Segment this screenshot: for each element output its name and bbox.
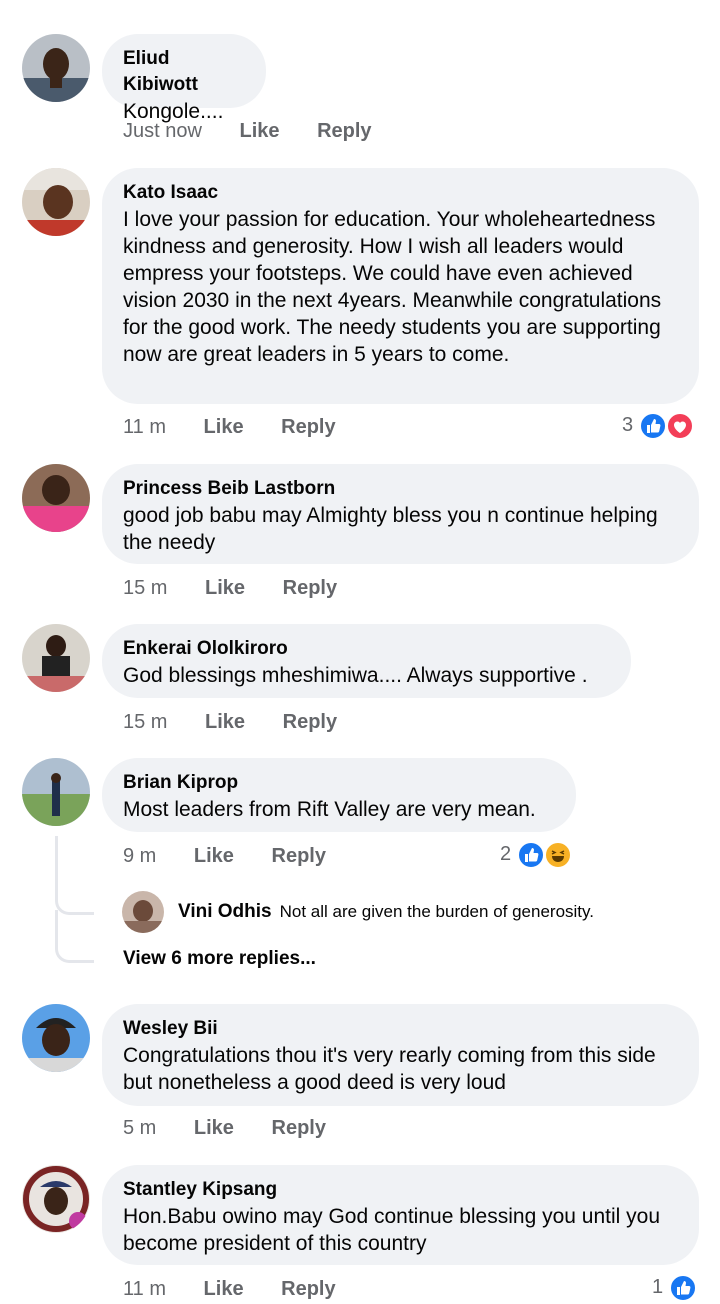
comment-actions: 15 m Like Reply xyxy=(123,573,369,603)
commenter-name[interactable]: Wesley Bii xyxy=(123,1016,677,1042)
comment-bubble: Eliud Kibiwott Kongole.... xyxy=(102,34,266,123)
avatar[interactable] xyxy=(22,34,90,102)
love-icon xyxy=(666,411,695,440)
avatar[interactable] xyxy=(22,758,90,826)
like-button[interactable]: Like xyxy=(204,1278,244,1300)
like-button[interactable]: Like xyxy=(240,120,280,142)
comment-text: God blessings mheshimiwa.... Always supp… xyxy=(123,664,588,687)
thread-branch xyxy=(55,870,94,915)
like-button[interactable]: Like xyxy=(205,711,245,733)
comment-bubble: Enkerai Ololkiroro God blessings mheshim… xyxy=(102,624,631,698)
commenter-name[interactable]: Stantley Kipsang xyxy=(123,1177,677,1203)
reply-button[interactable]: Reply xyxy=(283,711,337,733)
like-button[interactable]: Like xyxy=(194,1117,234,1139)
comment-time[interactable]: 9 m xyxy=(123,845,156,867)
like-button[interactable]: Like xyxy=(204,416,244,438)
reply-button[interactable]: Reply xyxy=(272,1117,326,1139)
comment-time[interactable]: 15 m xyxy=(123,577,167,599)
comment-time[interactable]: Just now xyxy=(123,120,202,142)
comment-actions: 15 m Like Reply xyxy=(123,707,369,737)
like-button[interactable]: Like xyxy=(205,577,245,599)
avatar[interactable] xyxy=(122,891,164,933)
commenter-name[interactable]: Enkerai Ololkiroro xyxy=(123,636,609,662)
thread-line xyxy=(55,836,58,872)
comment-text: good job babu may Almighty bless you n c… xyxy=(123,504,658,554)
commenter-name[interactable]: Eliud Kibiwott xyxy=(123,46,244,98)
reaction-count: 1 xyxy=(652,1276,664,1298)
avatar[interactable] xyxy=(22,1165,90,1233)
reaction-count: 3 xyxy=(622,414,634,436)
reply-text: Not all are given the burden of generosi… xyxy=(279,902,594,921)
comment-time[interactable]: 11 m xyxy=(123,1278,166,1300)
comment-time[interactable]: 5 m xyxy=(123,1117,156,1139)
commenter-name[interactable]: Brian Kiprop xyxy=(123,770,554,796)
comment-actions: 9 m Like Reply xyxy=(123,841,358,871)
comment-bubble: Kato Isaac I love your passion for educa… xyxy=(102,168,699,404)
comment-actions: 11 m Like Reply xyxy=(123,412,368,442)
comment-bubble: Princess Beib Lastborn good job babu may… xyxy=(102,464,699,564)
comment-text: Most leaders from Rift Valley are very m… xyxy=(123,798,536,821)
reply-preview[interactable]: Vini Odhis Not all are given the burden … xyxy=(122,890,594,934)
comment-actions: 11 m Like Reply xyxy=(123,1274,368,1304)
reply-button[interactable]: Reply xyxy=(317,120,371,142)
comment-actions: 5 m Like Reply xyxy=(123,1113,358,1143)
comment-text: Congratulations thou it's very rearly co… xyxy=(123,1044,656,1094)
reaction-summary[interactable]: 1 xyxy=(652,1272,697,1302)
avatar[interactable] xyxy=(22,624,90,692)
reply-button[interactable]: Reply xyxy=(283,577,337,599)
view-more-replies-link[interactable]: View 6 more replies... xyxy=(123,948,316,970)
comment-text: Hon.Babu owino may God continue blessing… xyxy=(123,1205,660,1255)
comment-time[interactable]: 11 m xyxy=(123,416,166,438)
reply-button[interactable]: Reply xyxy=(281,1278,335,1300)
comment-text: I love your passion for education. Your … xyxy=(123,208,662,366)
avatar[interactable] xyxy=(22,1004,90,1072)
reaction-summary[interactable]: 2 xyxy=(500,839,573,869)
comment-bubble: Stantley Kipsang Hon.Babu owino may God … xyxy=(102,1165,699,1265)
reaction-summary[interactable]: 3 xyxy=(622,410,695,440)
commenter-name[interactable]: Princess Beib Lastborn xyxy=(123,476,677,502)
comment-actions: Just now Like Reply xyxy=(123,116,404,146)
comment-bubble: Wesley Bii Congratulations thou it's ver… xyxy=(102,1004,699,1106)
avatar[interactable] xyxy=(22,168,90,236)
reply-button[interactable]: Reply xyxy=(281,416,335,438)
like-button[interactable]: Like xyxy=(194,845,234,867)
reply-author-name[interactable]: Vini Odhis xyxy=(178,901,272,923)
reaction-count: 2 xyxy=(500,843,512,865)
commenter-name[interactable]: Kato Isaac xyxy=(123,180,677,206)
avatar[interactable] xyxy=(22,464,90,532)
reply-button[interactable]: Reply xyxy=(272,845,326,867)
comment-bubble: Brian Kiprop Most leaders from Rift Vall… xyxy=(102,758,576,832)
thread-branch xyxy=(55,910,94,963)
like-icon xyxy=(668,1273,697,1302)
comment-time[interactable]: 15 m xyxy=(123,711,167,733)
haha-icon xyxy=(544,840,573,869)
